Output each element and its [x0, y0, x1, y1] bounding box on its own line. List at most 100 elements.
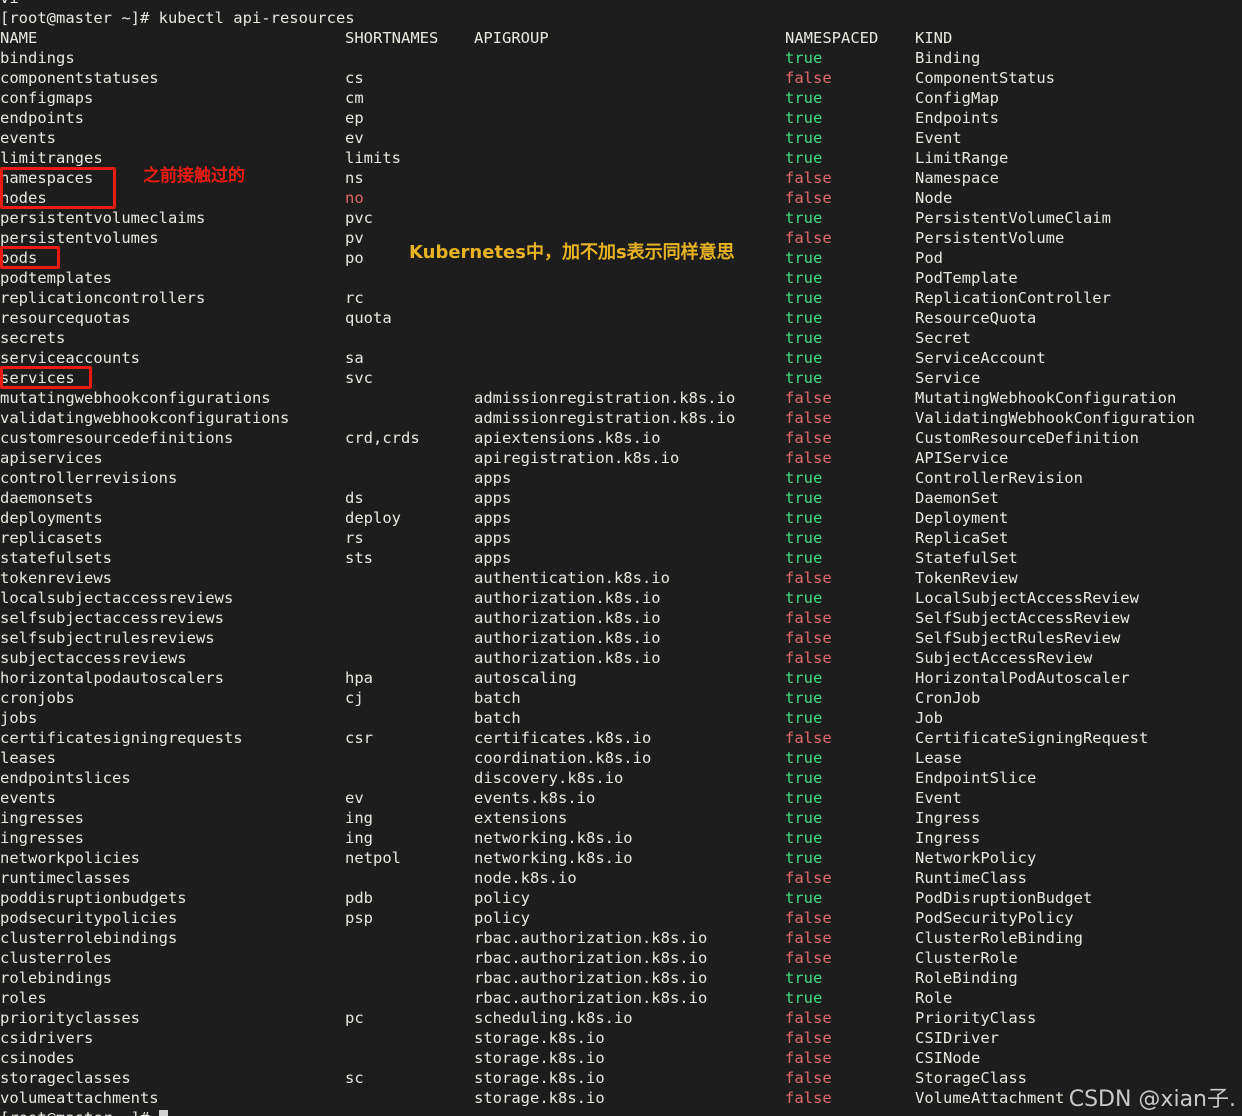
table-row: mutatingwebhookconfigurations admissionre…: [0, 388, 1242, 408]
cell-name: poddisruptionbudgets: [0, 889, 187, 907]
cell-namespaced: false: [785, 1049, 832, 1067]
cell-namespaced: true: [785, 369, 823, 387]
cell-kind: HorizontalPodAutoscaler: [915, 669, 1130, 687]
column-header-shortnames: SHORTNAMES: [345, 29, 439, 47]
cell-namespaced: true: [785, 549, 823, 567]
cell-shortnames: rs: [345, 529, 364, 547]
cell-apigroup: batch: [474, 709, 521, 727]
terminal-window[interactable]: vi [root@master ~]# kubectl api-resource…: [0, 0, 1242, 1116]
cell-apigroup: discovery.k8s.io: [474, 769, 624, 787]
cell-shortnames: cj: [345, 689, 364, 707]
cell-kind: ComponentStatus: [915, 69, 1055, 87]
cell-name: horizontalpodautoscalers: [0, 669, 224, 687]
cell-shortnames: cm: [345, 89, 364, 107]
cell-apigroup: storage.k8s.io: [474, 1089, 605, 1107]
cell-name: csinodes: [0, 1049, 75, 1067]
cell-namespaced: false: [785, 729, 832, 747]
cell-namespaced: true: [785, 49, 823, 67]
cell-apigroup: autoscaling: [474, 669, 577, 687]
cell-kind: SelfSubjectAccessReview: [915, 609, 1130, 627]
cell-name: customresourcedefinitions: [0, 429, 234, 447]
cell-name: events: [0, 129, 56, 147]
table-row: csinodes storage.k8s.io false CSINode: [0, 1048, 1242, 1068]
cell-apigroup: batch: [474, 689, 521, 707]
cell-apigroup: storage.k8s.io: [474, 1029, 605, 1047]
cell-shortnames: limits: [345, 149, 401, 167]
cell-shortnames: sts: [345, 549, 373, 567]
cell-name: tokenreviews: [0, 569, 112, 587]
table-row: clusterroles rbac.authorization.k8s.io fal…: [0, 948, 1242, 968]
cell-apigroup: apps: [474, 509, 512, 527]
cell-kind: CSINode: [915, 1049, 981, 1067]
cell-namespaced: false: [785, 569, 832, 587]
column-header-kind: KIND: [915, 29, 953, 47]
cell-namespaced: true: [785, 829, 823, 847]
cell-kind: DaemonSet: [915, 489, 999, 507]
cell-kind: PodDisruptionBudget: [915, 889, 1093, 907]
cell-apigroup: rbac.authorization.k8s.io: [474, 949, 708, 967]
cell-namespaced: false: [785, 449, 832, 467]
cell-name: persistentvolumes: [0, 229, 159, 247]
cell-kind: NetworkPolicy: [915, 849, 1037, 867]
cell-apigroup: policy: [474, 889, 530, 907]
cell-namespaced: false: [785, 389, 832, 407]
cell-namespaced: true: [785, 469, 823, 487]
command-line[interactable]: [root@master ~]# kubectl api-resources: [0, 8, 1242, 28]
table-row: events ev true Event: [0, 128, 1242, 148]
table-row: podtemplates true PodTemplate: [0, 268, 1242, 288]
cell-kind: ClusterRoleBinding: [915, 929, 1083, 947]
cell-namespaced: false: [785, 69, 832, 87]
cell-namespaced: true: [785, 289, 823, 307]
cell-namespaced: true: [785, 709, 823, 727]
cell-namespaced: true: [785, 669, 823, 687]
cell-shortnames: ing: [345, 809, 373, 827]
annotation-note-red: 之前接触过的: [143, 166, 245, 186]
cell-name: limitranges: [0, 149, 103, 167]
cell-shortnames: ds: [345, 489, 364, 507]
cell-namespaced: false: [785, 1029, 832, 1047]
cell-namespaced: true: [785, 849, 823, 867]
cell-apigroup: apps: [474, 469, 512, 487]
cell-apigroup: storage.k8s.io: [474, 1069, 605, 1087]
table-row: resourcequotas quota true ResourceQuota: [0, 308, 1242, 328]
table-row: selfsubjectaccessreviews authorization.k8…: [0, 608, 1242, 628]
table-body: bindings true Binding componentstatuses cs fa…: [0, 48, 1242, 1108]
cell-apigroup: admissionregistration.k8s.io: [474, 409, 736, 427]
table-row: deployments deploy apps true Deployment: [0, 508, 1242, 528]
cell-shortnames: rc: [345, 289, 364, 307]
table-row: daemonsets ds apps true DaemonSet: [0, 488, 1242, 508]
cell-apigroup: scheduling.k8s.io: [474, 1009, 633, 1027]
cell-name: pods: [0, 249, 38, 267]
cell-kind: Lease: [915, 749, 962, 767]
cell-name: clusterrolebindings: [0, 929, 178, 947]
table-row: services svc true Service: [0, 368, 1242, 388]
cell-shortnames: ev: [345, 789, 364, 807]
cell-namespaced: true: [785, 589, 823, 607]
table-row: leases coordination.k8s.io true Lease: [0, 748, 1242, 768]
cell-name: daemonsets: [0, 489, 94, 507]
cell-kind: PodSecurityPolicy: [915, 909, 1074, 927]
table-row: serviceaccounts sa true ServiceAccount: [0, 348, 1242, 368]
table-row: ingresses ing networking.k8s.io true Ingress: [0, 828, 1242, 848]
cell-name: events: [0, 789, 56, 807]
table-row: localsubjectaccessreviews authorization.k…: [0, 588, 1242, 608]
cell-kind: TokenReview: [915, 569, 1018, 587]
cell-kind: SelfSubjectRulesReview: [915, 629, 1121, 647]
table-header-row: NAME SHORTNAMES APIGROUP NAMESPACED KIND: [0, 28, 1242, 48]
cell-namespaced: true: [785, 329, 823, 347]
cell-kind: StatefulSet: [915, 549, 1018, 567]
cell-kind: Endpoints: [915, 109, 999, 127]
cell-shortnames: ns: [345, 169, 364, 187]
trailing-prompt-line[interactable]: [root@master ~]#: [0, 1108, 1242, 1116]
cell-kind: PersistentVolumeClaim: [915, 209, 1111, 227]
cell-namespaced: false: [785, 189, 832, 207]
cell-shortnames: no: [345, 189, 364, 207]
cell-name: localsubjectaccessreviews: [0, 589, 234, 607]
cell-name: nodes: [0, 189, 47, 207]
cell-name: ingresses: [0, 829, 84, 847]
table-row: clusterrolebindings rbac.authorization.k8…: [0, 928, 1242, 948]
table-row: podsecuritypolicies psp policy false PodSecu…: [0, 908, 1242, 928]
cell-apigroup: node.k8s.io: [474, 869, 577, 887]
cell-kind: Job: [915, 709, 943, 727]
cell-kind: CustomResourceDefinition: [915, 429, 1139, 447]
